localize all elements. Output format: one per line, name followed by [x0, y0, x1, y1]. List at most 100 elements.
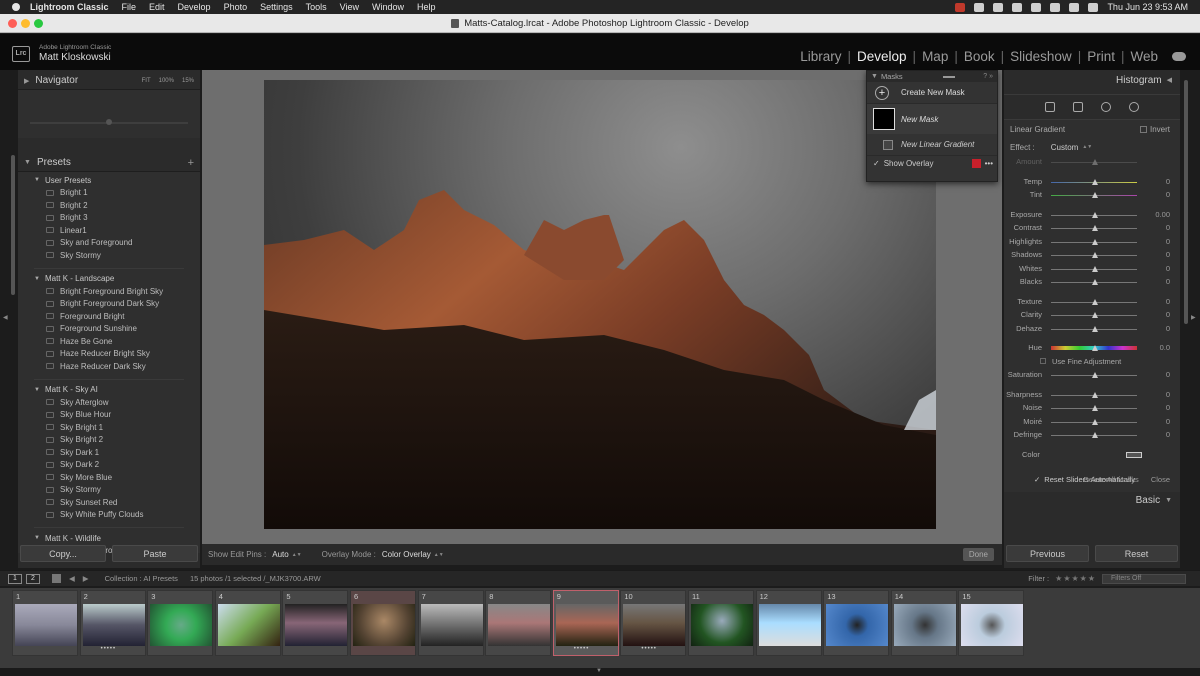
filmstrip-thumbnail[interactable]: 10 •••••: [620, 590, 687, 656]
zoom-fit[interactable]: FIT: [142, 78, 151, 84]
filmstrip-thumbnail[interactable]: 7: [417, 590, 484, 656]
slider-value[interactable]: 0: [1166, 324, 1170, 333]
right-panel-scrollbar[interactable]: [1184, 80, 1188, 324]
slider-knob[interactable]: [1092, 418, 1098, 425]
menu-file[interactable]: File: [122, 2, 137, 12]
slider-knob[interactable]: [1092, 238, 1098, 245]
module-print[interactable]: Print: [1087, 49, 1115, 64]
thumbnail-image[interactable]: [555, 604, 618, 646]
preset-item[interactable]: Sky Stormy: [18, 249, 200, 262]
control-center-icon[interactable]: [1012, 2, 1023, 12]
filmstrip-thumbnail[interactable]: 4: [214, 590, 281, 656]
effect-select[interactable]: Custom: [1051, 143, 1079, 152]
preset-item[interactable]: Sky Sunset Red: [18, 496, 200, 509]
collection-source[interactable]: Collection : AI Presets: [105, 574, 178, 583]
slider-knob[interactable]: [1092, 159, 1098, 165]
slider-dehaze[interactable]: Dehaze 0: [1004, 322, 1180, 336]
thumbnail-image[interactable]: [285, 604, 348, 646]
presets-header[interactable]: ▼ Presets +: [18, 154, 200, 172]
fine-adjustment-row[interactable]: Use Fine Adjustment: [1004, 355, 1180, 369]
preset-item[interactable]: Bright Foreground Dark Sky: [18, 298, 200, 311]
slider-value[interactable]: 0: [1166, 370, 1170, 379]
drag-handle-icon[interactable]: [942, 75, 955, 78]
secondary-window-button[interactable]: 2: [26, 573, 40, 584]
slider-value[interactable]: 0: [1166, 223, 1170, 232]
slider-value[interactable]: 0: [1166, 250, 1170, 259]
slider-value[interactable]: 0: [1166, 390, 1170, 399]
crop-icon[interactable]: [1045, 102, 1055, 112]
help-icon[interactable]: ? »: [983, 73, 993, 80]
preset-item[interactable]: Sky Bright 1: [18, 421, 200, 434]
expand-triangle-icon[interactable]: ▼: [34, 535, 40, 541]
zoom-100[interactable]: 100%: [159, 78, 174, 84]
slider-knob[interactable]: [1092, 211, 1098, 218]
filmstrip-thumbnail[interactable]: 8: [485, 590, 552, 656]
wifi-icon[interactable]: [1050, 2, 1061, 12]
thumbnail-image[interactable]: [623, 604, 686, 646]
filmstrip-thumbnail[interactable]: 9 •••••: [552, 590, 619, 656]
module-library[interactable]: Library: [800, 49, 841, 64]
zoom-15[interactable]: 15%: [182, 78, 194, 84]
slider-value[interactable]: 0: [1166, 310, 1170, 319]
collapse-triangle-icon[interactable]: ◀: [1167, 76, 1172, 84]
expand-triangle-icon[interactable]: ▼: [24, 159, 31, 166]
collapse-triangle-icon[interactable]: ▼: [871, 73, 878, 80]
right-panel-toggle-icon[interactable]: ▶: [1191, 314, 1196, 321]
navigator-slider-knob[interactable]: [106, 119, 112, 125]
slider-value[interactable]: 0: [1166, 297, 1170, 306]
zoom-window-button[interactable]: [34, 19, 43, 28]
photo-count[interactable]: 15 photos /1 selected /_MJK3700.ARW: [190, 574, 321, 583]
slider-amount[interactable]: Amount: [1004, 155, 1180, 169]
collapse-triangle-icon[interactable]: ▼: [1165, 497, 1172, 504]
preset-group[interactable]: ▼ Matt K - Wildlife: [18, 532, 200, 545]
module-book[interactable]: Book: [964, 49, 995, 64]
thumbnail-image[interactable]: [826, 604, 889, 646]
filmstrip-thumbnail[interactable]: 14: [890, 590, 957, 656]
create-new-mask-button[interactable]: + Create New Mask: [867, 82, 997, 104]
slider-temp[interactable]: Temp 0: [1004, 175, 1180, 189]
preset-item[interactable]: Haze Reducer Bright Sky: [18, 348, 200, 361]
module-map[interactable]: Map: [922, 49, 948, 64]
preset-group[interactable]: ▼ User Presets: [18, 174, 200, 187]
thumbnail-image[interactable]: [420, 604, 483, 646]
basic-header[interactable]: Basic ▼: [1004, 492, 1180, 508]
edit-pins-select[interactable]: Auto: [272, 550, 288, 559]
invert-checkbox[interactable]: [1139, 126, 1147, 133]
slider-knob[interactable]: [1092, 178, 1098, 185]
preset-item[interactable]: Bright 3: [18, 212, 200, 225]
preset-item[interactable]: Haze Be Gone: [18, 335, 200, 348]
expand-triangle-icon[interactable]: ▼: [34, 276, 40, 282]
expand-triangle-icon[interactable]: ▼: [34, 387, 40, 393]
thumbnail-image[interactable]: [758, 604, 821, 646]
play-icon[interactable]: [993, 2, 1004, 12]
filmstrip-thumbnail[interactable]: 6: [350, 590, 416, 656]
slider-value[interactable]: 0: [1166, 277, 1170, 286]
show-overlay-checkbox[interactable]: ✓: [873, 159, 880, 168]
menu-develop[interactable]: Develop: [178, 2, 211, 12]
preset-item[interactable]: Foreground Sunshine: [18, 323, 200, 336]
preset-item[interactable]: Bright 2: [18, 199, 200, 212]
left-panel-toggle-icon[interactable]: ◀: [3, 314, 8, 321]
filmstrip-thumbnail[interactable]: 5: [282, 590, 349, 656]
thumbnail-image[interactable]: [150, 604, 213, 646]
delete-all-masks-button[interactable]: Delete All Masks: [1083, 475, 1138, 484]
preset-item[interactable]: Sky Dark 1: [18, 446, 200, 459]
slider-clarity[interactable]: Clarity 0: [1004, 308, 1180, 322]
slider-value[interactable]: 0: [1166, 417, 1170, 426]
fine-adjustment-checkbox[interactable]: [1040, 358, 1046, 365]
preset-group[interactable]: ▼ Matt K - Landscape: [18, 273, 200, 286]
forward-arrow-icon[interactable]: ▶: [83, 574, 89, 583]
preset-item[interactable]: Sky Dark 2: [18, 459, 200, 472]
record-icon[interactable]: [955, 2, 966, 12]
navigator-header[interactable]: ▶ Navigator FIT 100% 15%: [18, 72, 200, 90]
preset-item[interactable]: Sky Blue Hour: [18, 409, 200, 422]
preset-item[interactable]: Sky More Blue: [18, 471, 200, 484]
overlay-mode-select[interactable]: Color Overlay: [382, 550, 431, 559]
menu-app[interactable]: Lightroom Classic: [30, 2, 109, 12]
slider-knob[interactable]: [1092, 265, 1098, 272]
bottom-panel-toggle-icon[interactable]: ▼: [596, 668, 602, 674]
paste-button[interactable]: Paste: [112, 545, 198, 562]
primary-window-button[interactable]: 1: [8, 573, 22, 584]
slider-value[interactable]: 0: [1166, 403, 1170, 412]
thumbnail-image[interactable]: [82, 604, 145, 646]
